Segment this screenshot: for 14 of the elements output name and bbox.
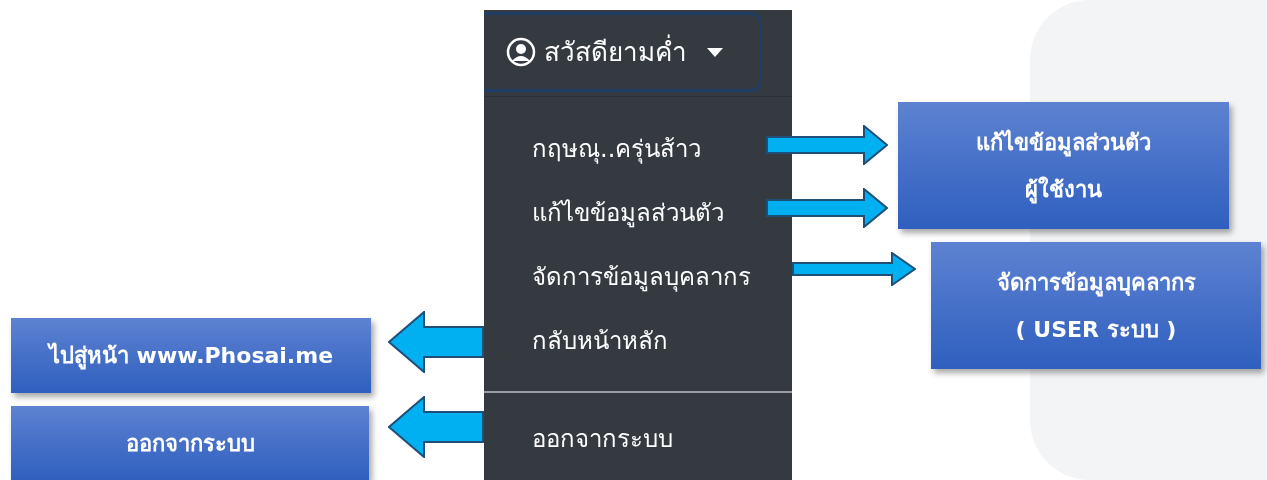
callout-text: ไปสู่หน้า www.Phosai.me	[48, 341, 334, 372]
menu-item[interactable]: ออกจากระบบ	[484, 407, 792, 471]
callout-text: แก้ไขข้อมูลส่วนตัว	[976, 128, 1151, 159]
user-icon	[506, 37, 536, 67]
callout-text: จัดการข้อมูลบุคลากร	[996, 268, 1196, 299]
user-dropdown-toggle[interactable]: สวัสดียามค่ำ	[484, 12, 762, 92]
callout-text: ผู้ใช้งาน	[1025, 175, 1102, 206]
caret-icon	[707, 47, 723, 57]
menu-item[interactable]: กฤษณุ..ครุ่นส้าว	[484, 117, 792, 181]
menu-item[interactable]: กลับหน้าหลัก	[484, 309, 792, 373]
callout-text: ( USER ระบบ )	[1015, 315, 1177, 344]
menu-item[interactable]: แก้ไขข้อมูลส่วนตัว	[484, 181, 792, 245]
menu-item[interactable]: จัดการข้อมูลบุคลากร	[484, 245, 792, 309]
callout-text: ออกจากระบบ	[125, 429, 255, 458]
